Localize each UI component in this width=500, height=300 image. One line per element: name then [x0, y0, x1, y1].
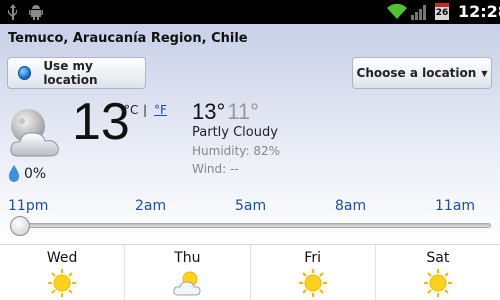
celsius-unit: °C — [124, 103, 139, 117]
forecast-day[interactable]: Fri — [251, 245, 376, 300]
hourly-labels: 11pm 2am 5am 8am 11am — [0, 198, 500, 216]
humidity-text: Humidity: 82% — [192, 144, 281, 158]
dropdown-caret-icon: ▼ — [481, 68, 488, 78]
android-icon — [29, 5, 43, 20]
use-my-location-button[interactable]: Use my location — [7, 57, 146, 89]
fahrenheit-toggle[interactable]: °F — [154, 103, 167, 117]
unit-separator: | — [143, 103, 148, 117]
current-weather-panel: Temuco, Araucanía Region, Chile Use my l… — [0, 24, 500, 244]
sun-icon — [48, 269, 77, 297]
current-temperature: 13 — [72, 93, 130, 151]
location-title: Temuco, Araucanía Region, Chile — [8, 31, 248, 46]
status-time: 12:28 — [458, 2, 500, 21]
calendar-icon: 26 — [435, 3, 449, 20]
hour-label: 8am — [335, 198, 367, 214]
status-bar: 26 12:28 — [0, 0, 500, 24]
partly-cloudy-icon — [173, 271, 201, 296]
globe-icon — [18, 66, 32, 80]
forecast-row: Wed Thu Fri Sat — [0, 244, 500, 300]
condition-text: Partly Cloudy — [192, 125, 278, 140]
forecast-day-name: Thu — [174, 250, 201, 266]
wifi-icon — [387, 4, 407, 19]
calendar-day: 26 — [435, 8, 449, 18]
precip-value: 0% — [24, 165, 47, 182]
high-low: 13°11° — [192, 99, 259, 125]
use-my-location-label: Use my location — [43, 59, 98, 87]
sun-icon — [298, 269, 327, 297]
wind-text: Wind: -- — [192, 162, 239, 176]
hour-label: 11am — [435, 198, 476, 214]
forecast-day-name: Sat — [426, 250, 450, 266]
hour-label: 2am — [135, 198, 167, 214]
precipitation: 0% — [8, 165, 46, 182]
forecast-day[interactable]: Wed — [0, 245, 126, 300]
forecast-day-name: Wed — [46, 250, 78, 266]
signal-icon — [411, 5, 426, 20]
hour-label: 11pm — [8, 198, 49, 214]
partly-cloudy-night-icon — [10, 109, 59, 157]
forecast-day[interactable]: Thu — [125, 245, 251, 300]
hourly-slider-track[interactable] — [14, 223, 491, 228]
choose-location-button[interactable]: Choose a location ▼ — [352, 57, 492, 89]
raindrop-icon — [8, 165, 20, 182]
forecast-day[interactable]: Sat — [376, 245, 500, 300]
usb-icon — [8, 4, 17, 20]
choose-location-label: Choose a location — [356, 66, 477, 80]
hour-label: 5am — [235, 198, 267, 214]
hourly-slider-thumb[interactable] — [10, 216, 30, 236]
low-temp: 11° — [227, 99, 259, 124]
high-temp: 13° — [192, 99, 226, 124]
sun-icon — [423, 269, 452, 297]
forecast-day-name: Fri — [304, 250, 321, 266]
